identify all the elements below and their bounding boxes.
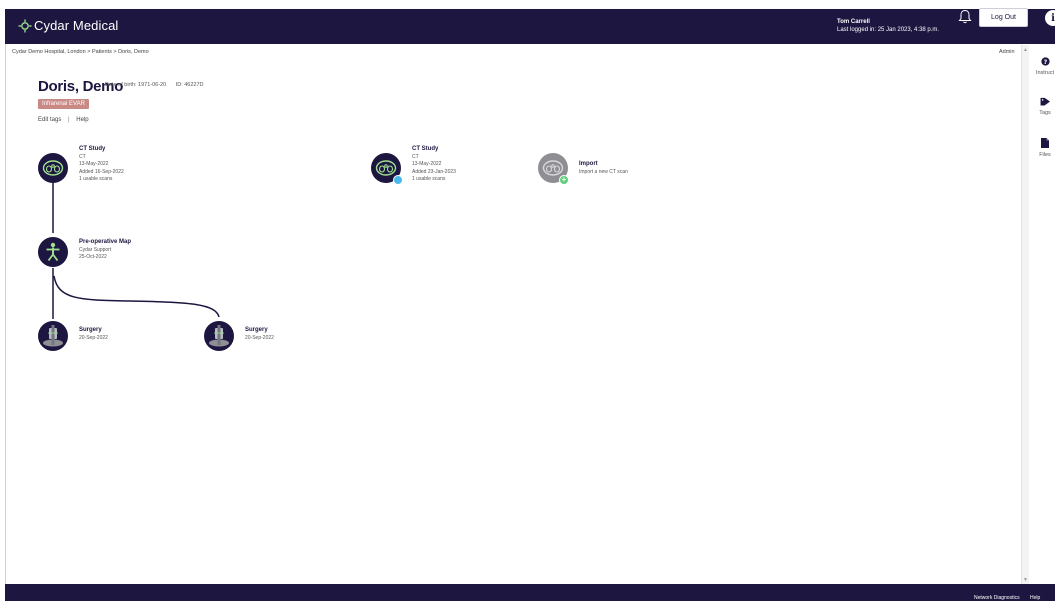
patient-meta: Date of birth: 1971-06-20 ID: 46227D	[105, 82, 212, 88]
user-info: Tom Carrell Last logged in: 25 Jan 2023,…	[837, 18, 939, 34]
rail-item-files[interactable]: Files	[1030, 138, 1055, 158]
patient-dob: Date of birth: 1971-06-20	[105, 82, 167, 88]
patient-id: ID: 46227D	[175, 82, 204, 88]
plus-badge-icon: +	[559, 175, 569, 185]
bell-icon[interactable]	[958, 9, 972, 25]
rail-label: Instruct	[1035, 70, 1055, 76]
node-detail: 13-May-2022	[412, 161, 442, 168]
logout-button[interactable]: Log Out	[979, 8, 1028, 27]
node-detail: Added 16-Sep-2022	[79, 168, 124, 175]
node-detail: 20-Sep-2022	[245, 335, 274, 342]
node-detail: CT	[412, 154, 419, 161]
user-name: Tom Carrell	[837, 19, 870, 25]
tag-icon	[1040, 97, 1050, 106]
rail-label: Tags	[1039, 110, 1051, 116]
separator: |	[68, 117, 70, 123]
top-navigation-bar: Cydar Medical Tom Carrell Last logged in…	[5, 8, 1055, 44]
node-title: CT Study	[412, 146, 439, 152]
node-detail: 1 usable scans	[79, 175, 113, 182]
footer-help-link[interactable]: Help	[1030, 595, 1040, 601]
admin-link[interactable]: Admin	[999, 49, 1015, 55]
node-title: Surgery	[245, 327, 268, 333]
brand-logo[interactable]: Cydar Medical	[18, 18, 118, 33]
edit-tags-link[interactable]: Edit tags	[38, 117, 61, 123]
page-frame	[5, 9, 1055, 601]
question-circle-icon: ?	[1040, 57, 1050, 66]
new-badge-icon	[393, 175, 403, 185]
vertical-scrollbar[interactable]	[1021, 45, 1029, 585]
node-title: CT Study	[79, 146, 106, 152]
node-detail: 13-May-2022	[79, 161, 109, 168]
kidney-scan-icon[interactable]	[38, 153, 68, 183]
surgery-icon[interactable]	[38, 321, 68, 351]
scroll-up-icon[interactable]: ▲	[1023, 47, 1028, 53]
node-title: Import	[579, 161, 598, 167]
person-map-icon[interactable]	[38, 237, 68, 267]
procedure-tag-badge[interactable]: Infrarenal EVAR	[38, 99, 89, 109]
node-detail: Cydar Support	[79, 247, 112, 254]
node-title: Pre-operative Map	[79, 239, 132, 245]
last-login: Last logged in: 25 Jan 2023, 4:38 p.m.	[837, 27, 940, 33]
info-icon[interactable]: i	[1045, 10, 1055, 26]
file-icon	[1041, 138, 1049, 148]
node-detail: Added 23-Jan-2023	[412, 168, 456, 175]
brand-name: Cydar Medical	[34, 18, 119, 33]
rail-item-instructions[interactable]: ? Instruct	[1030, 57, 1055, 76]
node-detail: CT	[79, 154, 86, 161]
footer-bar	[5, 584, 1055, 601]
node-detail: Import a new CT scan	[579, 169, 628, 176]
svg-text:?: ?	[1043, 59, 1047, 66]
help-link[interactable]: Help	[76, 117, 88, 123]
cydar-logo-icon	[18, 19, 32, 32]
right-rail	[1030, 45, 1055, 585]
node-detail: 20-Sep-2022	[79, 335, 108, 342]
rail-item-tags[interactable]: Tags	[1030, 97, 1055, 116]
node-title: Surgery	[79, 327, 102, 333]
rail-label: Files	[1039, 152, 1051, 158]
tag-actions: Edit tags | Help	[38, 117, 89, 123]
scroll-down-icon[interactable]: ▼	[1023, 577, 1028, 583]
footer-links: Network Diagnostics Help	[974, 595, 1049, 601]
network-diagnostics-link[interactable]: Network Diagnostics	[974, 595, 1020, 601]
surgery-icon[interactable]	[204, 321, 234, 351]
node-detail: 1 usable scans	[412, 175, 446, 182]
node-detail: 25-Oct-2022	[79, 254, 107, 261]
breadcrumb[interactable]: Cydar Demo Hospital, London > Patients >…	[12, 49, 149, 55]
